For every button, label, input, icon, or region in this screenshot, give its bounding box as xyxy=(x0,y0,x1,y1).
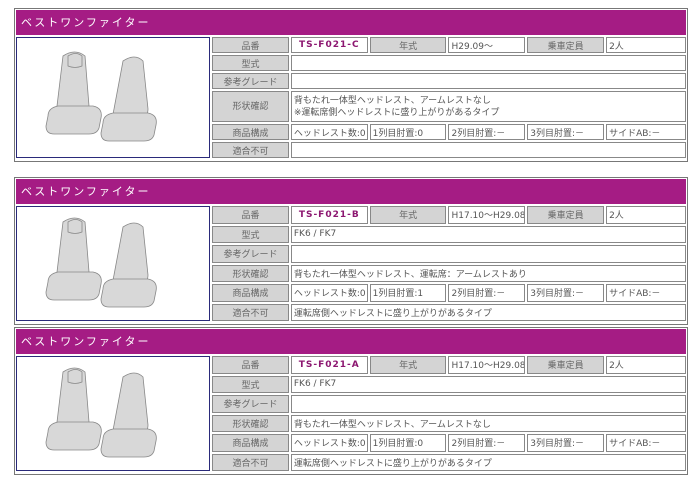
label-shape: 形状確認 xyxy=(212,414,289,432)
shape-value: 背もたれ一体型ヘッドレスト、アームレストなし ※運転席側ヘッドレストに盛り上がりが… xyxy=(290,91,686,122)
product-section: ベストワンファイター 品番 TS-F021-C 年式 H29.09～ 乗車定員 … xyxy=(14,8,688,162)
product-section: ベストワンファイター 品番 TS-F021-A 年式 H17.10～H29.08… xyxy=(14,327,688,475)
label-grade: 参考グレード xyxy=(212,245,289,263)
product-title: ベストワンファイター xyxy=(16,10,686,35)
label-code: 品番 xyxy=(212,206,289,224)
product-code[interactable]: TS-F021-B xyxy=(290,206,368,224)
label-shape: 形状確認 xyxy=(212,91,289,122)
label-composition: 商品構成 xyxy=(212,124,289,140)
model-value xyxy=(290,55,686,71)
shape-line: ※運転席側ヘッドレストに盛り上がりがあるタイプ xyxy=(293,107,500,118)
seat-icon xyxy=(45,367,157,458)
shape-line: 背もたれ一体型ヘッドレスト、運転席：アームレストあり xyxy=(293,269,527,280)
label-model: 型式 xyxy=(212,55,289,71)
label-code: 品番 xyxy=(212,37,289,53)
shape-value: 背もたれ一体型ヘッドレスト、アームレストなし xyxy=(290,414,686,432)
label-composition: 商品構成 xyxy=(212,434,289,452)
label-year: 年式 xyxy=(369,356,447,374)
seat-cover-image xyxy=(16,37,211,158)
composition-cell: 1列目肘置:0 xyxy=(369,124,447,140)
grade-value xyxy=(290,73,686,89)
composition-cell: 2列目肘置:－ xyxy=(448,434,526,452)
composition-cell: ヘッドレスト数:0 xyxy=(290,124,368,140)
composition-cell: 3列目肘置:－ xyxy=(527,284,605,302)
composition-cell: 3列目肘置:－ xyxy=(527,434,605,452)
incompatible-value: 運転席側ヘッドレストに盛り上がりがあるタイプ xyxy=(290,303,686,321)
label-shape: 形状確認 xyxy=(212,264,289,282)
product-title: ベストワンファイター xyxy=(16,179,686,204)
product-section: ベストワンファイター 品番 TS-F021-B 年式 H17.10～H29.08… xyxy=(14,177,688,325)
shape-value: 背もたれ一体型ヘッドレスト、運転席：アームレストあり xyxy=(290,264,686,282)
year-value: H29.09～ xyxy=(448,37,526,53)
composition-cell: サイドAB:－ xyxy=(606,434,686,452)
label-incompatible: 適合不可 xyxy=(212,453,289,471)
label-grade: 参考グレード xyxy=(212,395,289,413)
seat-cover-image xyxy=(16,206,211,321)
capacity-value: 2人 xyxy=(606,37,686,53)
seat-icon xyxy=(45,51,157,142)
label-year: 年式 xyxy=(369,206,447,224)
product-table: 品番 TS-F021-B 年式 H17.10～H29.08 乗車定員 2人 型式… xyxy=(14,204,688,323)
label-grade: 参考グレード xyxy=(212,73,289,89)
model-value: FK6 / FK7 xyxy=(290,225,686,243)
incompatible-value: 運転席側ヘッドレストに盛り上がりがあるタイプ xyxy=(290,453,686,471)
seat-cover-image xyxy=(16,356,211,471)
label-code: 品番 xyxy=(212,356,289,374)
composition-cell: ヘッドレスト数:0 xyxy=(290,434,368,452)
composition-cell: サイドAB:－ xyxy=(606,124,686,140)
grade-value xyxy=(290,245,686,263)
incompatible-value xyxy=(290,142,686,158)
label-incompatible: 適合不可 xyxy=(212,303,289,321)
composition-cell: サイドAB:－ xyxy=(606,284,686,302)
product-code[interactable]: TS-F021-C xyxy=(290,37,368,53)
label-model: 型式 xyxy=(212,225,289,243)
composition-cell: 2列目肘置:－ xyxy=(448,124,526,140)
composition-cell: ヘッドレスト数:0 xyxy=(290,284,368,302)
capacity-value: 2人 xyxy=(606,206,686,224)
composition-cell: 3列目肘置:－ xyxy=(527,124,605,140)
label-year: 年式 xyxy=(369,37,447,53)
product-code[interactable]: TS-F021-A xyxy=(290,356,368,374)
product-title: ベストワンファイター xyxy=(16,329,686,354)
seat-icon xyxy=(45,217,157,308)
shape-line: 背もたれ一体型ヘッドレスト、アームレストなし xyxy=(293,95,491,106)
grade-value xyxy=(290,395,686,413)
label-incompatible: 適合不可 xyxy=(212,142,289,158)
label-model: 型式 xyxy=(212,375,289,393)
label-capacity: 乗車定員 xyxy=(527,206,605,224)
label-capacity: 乗車定員 xyxy=(527,356,605,374)
year-value: H17.10～H29.08 xyxy=(448,206,526,224)
composition-cell: 1列目肘置:1 xyxy=(369,284,447,302)
label-capacity: 乗車定員 xyxy=(527,37,605,53)
product-table: 品番 TS-F021-A 年式 H17.10～H29.08 乗車定員 2人 型式… xyxy=(14,354,688,473)
year-value: H17.10～H29.08 xyxy=(448,356,526,374)
composition-cell: 1列目肘置:0 xyxy=(369,434,447,452)
label-composition: 商品構成 xyxy=(212,284,289,302)
product-table: 品番 TS-F021-C 年式 H29.09～ 乗車定員 2人 型式 参考グレー… xyxy=(14,35,688,160)
capacity-value: 2人 xyxy=(606,356,686,374)
composition-cell: 2列目肘置:－ xyxy=(448,284,526,302)
model-value: FK6 / FK7 xyxy=(290,375,686,393)
shape-line: 背もたれ一体型ヘッドレスト、アームレストなし xyxy=(293,419,491,430)
